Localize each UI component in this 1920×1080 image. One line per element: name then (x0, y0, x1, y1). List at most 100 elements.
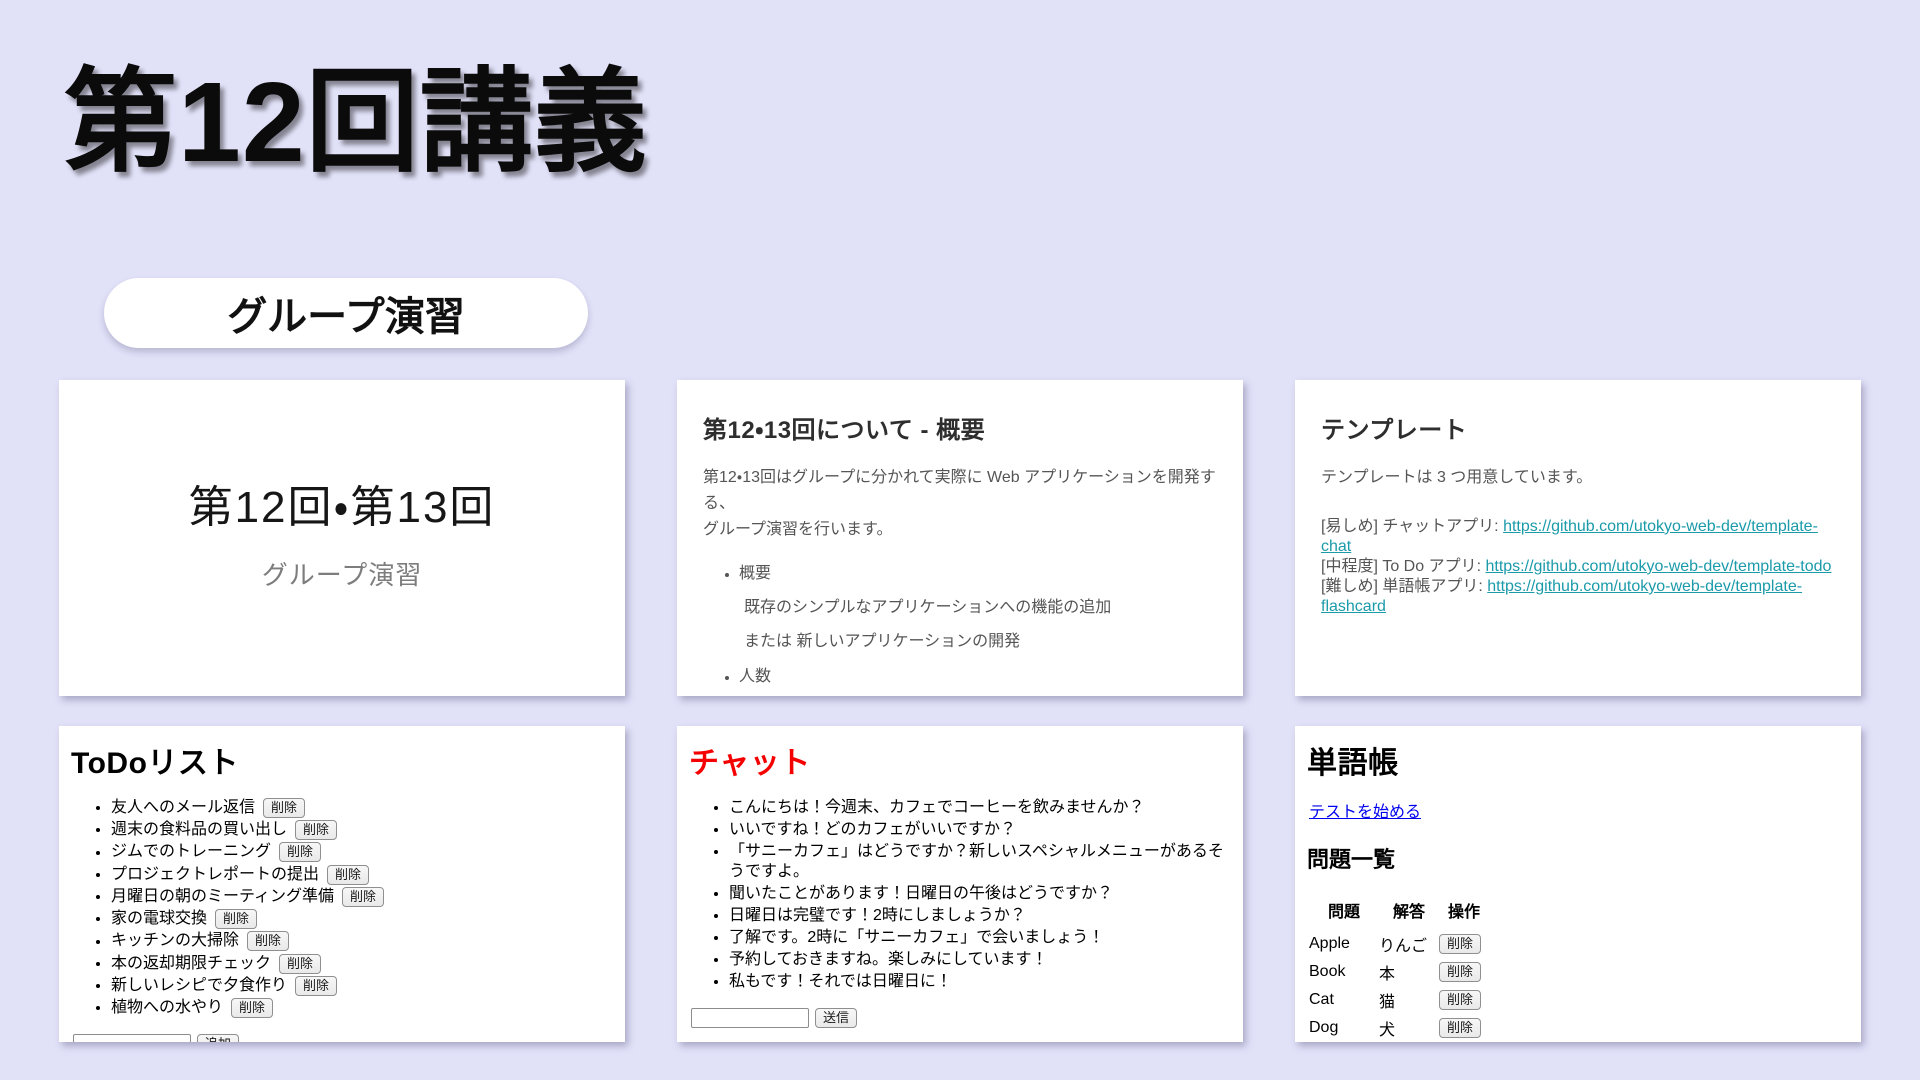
column-header-answer: 解答 (1379, 896, 1439, 930)
todo-input-row: 追加 (73, 1034, 613, 1042)
bullet-line: または 新しいアプリケーションの開発 (744, 627, 1217, 651)
flashcard-delete-button[interactable]: 削除 (1439, 1018, 1481, 1038)
todo-item: 友人へのメール返信削除 (111, 798, 613, 818)
todo-add-button[interactable]: 追加 (197, 1034, 239, 1042)
overview-intro-line2: グループ演習を行います。 (703, 521, 892, 538)
chat-message: いいですね！どのカフェがいいですか？ (729, 820, 1231, 840)
todo-delete-button[interactable]: 削除 (279, 954, 321, 974)
bullet-line: 既存のシンプルなアプリケーションへの機能の追加 (744, 593, 1217, 617)
flashcard-app-card: 単語帳 テストを始める 問題一覧 問題 解答 操作 Apple りんご 削除 B… (1295, 726, 1861, 1042)
template-link-line: [易しめ] チャットアプリ: https://github.com/utokyo… (1321, 517, 1835, 557)
flashcard-question: Dog (1309, 1014, 1379, 1042)
todo-item: 本の返却期限チェック削除 (111, 954, 613, 974)
todo-item: 植物への水やり削除 (111, 998, 613, 1018)
template-intro: テンプレートは 3 つ用意しています。 (1321, 465, 1835, 491)
todo-delete-button[interactable]: 削除 (247, 931, 289, 951)
todo-input[interactable] (73, 1034, 191, 1042)
todo-delete-button[interactable]: 削除 (231, 998, 273, 1018)
todo-item-text: 友人へのメール返信 (111, 799, 255, 816)
todo-item-text: 植物への水やり (111, 999, 223, 1016)
flashcard-answer: 本 (1379, 958, 1439, 986)
question-list-heading: 問題一覧 (1307, 842, 1849, 874)
flashcard-table: 問題 解答 操作 Apple りんご 削除 Book 本 削除 Cat (1309, 896, 1489, 1042)
flashcard-row: Apple りんご 削除 (1309, 930, 1489, 958)
template-links-block: [易しめ] チャットアプリ: https://github.com/utokyo… (1321, 517, 1835, 617)
chat-app-card: チャット こんにちは！今週末、カフェでコーヒーを飲みませんか？ いいですね！どの… (677, 726, 1243, 1042)
todo-item: 月曜日の朝のミーティング準備削除 (111, 887, 613, 907)
flashcard-header-row: 問題 解答 操作 (1309, 896, 1489, 930)
flashcard-question: Book (1309, 958, 1379, 986)
chat-input[interactable] (691, 1008, 809, 1028)
todo-delete-button[interactable]: 削除 (342, 887, 384, 907)
bullet-title: 概要 (739, 565, 771, 582)
page-title: 第12回講義 (64, 55, 648, 191)
chat-input-row: 送信 (691, 1008, 1231, 1028)
chat-title: チャット (689, 738, 1231, 782)
template-link-line: [中程度] To Do アプリ: https://github.com/utok… (1321, 557, 1835, 577)
todo-item: プロジェクトレポートの提出削除 (111, 865, 613, 885)
column-header-question: 問題 (1309, 896, 1379, 930)
slide-heading: 第12回・第13回 (189, 471, 496, 535)
flashcard-question: Cat (1309, 986, 1379, 1014)
flashcard-title: 単語帳 (1307, 738, 1849, 782)
todo-title: ToDoリスト (71, 738, 613, 782)
todo-delete-button[interactable]: 削除 (295, 820, 337, 840)
title-slide-card: 第12回・第13回 グループ演習 (59, 380, 625, 696)
template-todo-link[interactable]: https://github.com/utokyo-web-dev/templa… (1485, 558, 1831, 575)
todo-list: 友人へのメール返信削除 週末の食料品の買い出し削除 ジムでのトレーニング削除 プ… (71, 798, 613, 1018)
chat-message: 了解です。2時に「サニーカフェ」で会いましょう！ (729, 928, 1231, 948)
todo-item-text: 週末の食料品の買い出し (111, 821, 287, 838)
flashcard-row: Dog 犬 削除 (1309, 1014, 1489, 1042)
flashcard-delete-button[interactable]: 削除 (1439, 934, 1481, 954)
todo-app-card: ToDoリスト 友人へのメール返信削除 週末の食料品の買い出し削除 ジムでのトレ… (59, 726, 625, 1042)
template-link-prefix: [難しめ] 単語帳アプリ: (1321, 578, 1487, 595)
group-exercise-badge: グループ演習 (104, 278, 588, 348)
flashcard-question: Apple (1309, 930, 1379, 958)
chat-message: 私もです！それでは日曜日に！ (729, 972, 1231, 992)
todo-item: キッチンの大掃除削除 (111, 931, 613, 951)
template-slide-card: テンプレート テンプレートは 3 つ用意しています。 [易しめ] チャットアプリ… (1295, 380, 1861, 696)
template-link-line: [難しめ] 単語帳アプリ: https://github.com/utokyo-… (1321, 577, 1835, 617)
list-item: 概要 既存のシンプルなアプリケーションへの機能の追加 または 新しいアプリケーシ… (739, 559, 1217, 651)
flashcard-answer: りんご (1379, 930, 1439, 958)
overview-intro-line1: 第12・13回はグループに分かれて実際に Web アプリケーションを開発する、 (703, 469, 1216, 512)
chat-send-button[interactable]: 送信 (815, 1008, 857, 1028)
todo-delete-button[interactable]: 削除 (279, 842, 321, 862)
list-item: 人数 2 人 ~ 4 人程度 (739, 662, 1217, 696)
template-link-prefix: [易しめ] チャットアプリ: (1321, 518, 1503, 535)
flashcard-delete-button[interactable]: 削除 (1439, 962, 1481, 982)
chat-message-list: こんにちは！今週末、カフェでコーヒーを飲みませんか？ いいですね！どのカフェがい… (689, 798, 1231, 992)
todo-delete-button[interactable]: 削除 (263, 798, 305, 818)
todo-item-text: 本の返却期限チェック (111, 955, 271, 972)
overview-slide-card: 第12・13回について - 概要 第12・13回はグループに分かれて実際に We… (677, 380, 1243, 696)
todo-item-text: 新しいレシピで夕食作り (111, 977, 287, 994)
todo-item: 週末の食料品の買い出し削除 (111, 820, 613, 840)
flashcard-row: Book 本 削除 (1309, 958, 1489, 986)
overview-slide-title: 第12・13回について - 概要 (703, 410, 1217, 445)
template-link-prefix: [中程度] To Do アプリ: (1321, 558, 1485, 575)
todo-item-text: 月曜日の朝のミーティング準備 (111, 888, 334, 905)
group-exercise-badge-label: グループ演習 (227, 284, 465, 342)
todo-item: 家の電球交換削除 (111, 909, 613, 929)
todo-item-text: ジムでのトレーニング (111, 844, 271, 861)
chat-message: 予約しておきますね。楽しみにしています！ (729, 950, 1231, 970)
flashcard-delete-button[interactable]: 削除 (1439, 990, 1481, 1010)
template-slide-title: テンプレート (1321, 410, 1835, 445)
card-grid: 第12回・第13回 グループ演習 第12・13回について - 概要 第12・13… (59, 380, 1861, 1042)
todo-delete-button[interactable]: 削除 (295, 976, 337, 996)
todo-item: ジムでのトレーニング削除 (111, 842, 613, 862)
flashcard-answer: 猫 (1379, 986, 1439, 1014)
todo-delete-button[interactable]: 削除 (215, 909, 257, 929)
slide-subheading: グループ演習 (262, 555, 422, 592)
chat-message: 聞いたことがあります！日曜日の午後はどうですか？ (729, 884, 1231, 904)
chat-message: こんにちは！今週末、カフェでコーヒーを飲みませんか？ (729, 798, 1231, 818)
column-header-actions: 操作 (1439, 896, 1489, 930)
start-test-link[interactable]: テストを始める (1309, 798, 1421, 822)
todo-item-text: キッチンの大掃除 (111, 933, 239, 950)
todo-delete-button[interactable]: 削除 (327, 865, 369, 885)
overview-bullet-list: 概要 既存のシンプルなアプリケーションへの機能の追加 または 新しいアプリケーシ… (703, 559, 1217, 696)
todo-item-text: 家の電球交換 (111, 910, 207, 927)
todo-item: 新しいレシピで夕食作り削除 (111, 976, 613, 996)
bullet-title: 人数 (739, 668, 771, 685)
chat-message: 日曜日は完璧です！2時にしましょうか？ (729, 906, 1231, 926)
